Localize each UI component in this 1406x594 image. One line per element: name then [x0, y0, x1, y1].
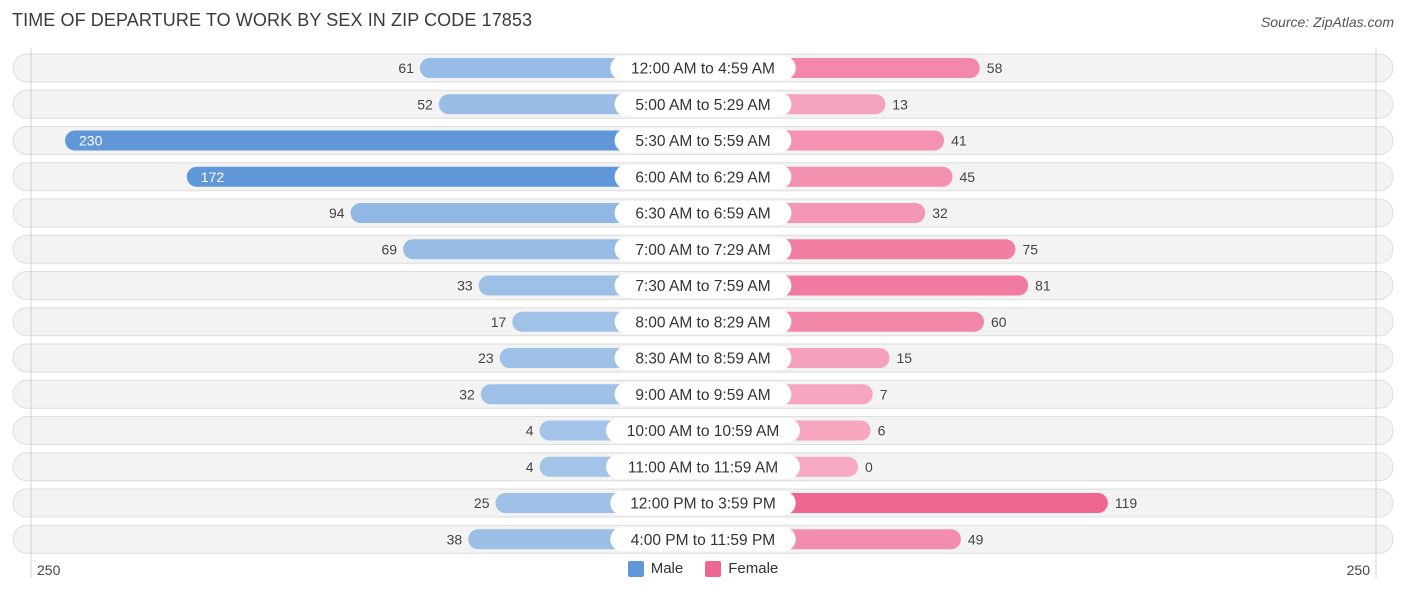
chart-canvas: 61 58 12:00 AM to 4:59 AM 52 13 5:00 AM to 5:…	[12, 48, 1394, 578]
value-label-male: 17	[491, 314, 507, 330]
value-label-female: 15	[897, 350, 913, 366]
category-label: 6:00 AM to 6:29 AM	[635, 169, 770, 186]
value-label-female: 49	[968, 531, 984, 547]
value-label-female: 0	[865, 459, 873, 475]
value-label-female: 41	[951, 133, 967, 149]
category-label: 12:00 AM to 4:59 AM	[631, 61, 775, 78]
chart-row: 172 45 6:00 AM to 6:29 AM	[12, 162, 1394, 192]
value-label-male: 172	[201, 169, 225, 185]
value-label-female: 45	[960, 169, 976, 185]
chart-row: 33 81 7:30 AM to 7:59 AM	[12, 271, 1394, 300]
value-label-male: 32	[459, 386, 475, 402]
legend-item-female[interactable]: Female	[705, 560, 778, 577]
value-label-male: 4	[526, 423, 534, 439]
chart-row: 4 0 11:00 AM to 11:59 AM	[12, 452, 1394, 482]
value-label-male: 52	[417, 96, 433, 112]
legend-label-female: Female	[728, 560, 779, 577]
legend-label-male: Male	[650, 560, 684, 577]
chart-row: 61 58 12:00 AM to 4:59 AM	[12, 53, 1394, 83]
chart-row: 17 60 8:00 AM to 8:29 AM	[12, 307, 1394, 337]
chart-row: 38 49 4:00 PM to 11:59 PM	[12, 524, 1394, 554]
value-label-female: 6	[878, 423, 886, 439]
category-label: 10:00 AM to 10:59 AM	[627, 423, 780, 440]
legend-swatch-male	[627, 560, 644, 577]
value-label-male: 61	[398, 60, 414, 76]
category-label: 8:30 AM to 8:59 AM	[635, 351, 770, 368]
value-label-female: 32	[932, 205, 948, 221]
value-label-male: 4	[526, 459, 534, 475]
rows-layer: 61 58 12:00 AM to 4:59 AM 52 13 5:00 AM to 5:…	[12, 53, 1394, 554]
category-label: 4:00 PM to 11:59 PM	[631, 532, 775, 549]
category-label: 7:30 AM to 7:59 AM	[635, 278, 770, 295]
legend-swatch-female	[705, 560, 722, 577]
chart-row: 230 41 5:30 AM to 5:59 AM	[12, 126, 1394, 155]
category-label: 9:00 AM to 9:59 AM	[635, 387, 770, 404]
category-label: 8:00 AM to 8:29 AM	[635, 314, 770, 331]
legend: Male Female	[0, 560, 1406, 577]
chart-row: 52 13 5:00 AM to 5:29 AM	[12, 89, 1394, 119]
category-label: 6:30 AM to 6:59 AM	[635, 206, 770, 223]
category-label: 11:00 AM to 11:59 AM	[628, 459, 778, 476]
chart-row: 25 119 12:00 PM to 3:59 PM	[12, 488, 1394, 518]
value-label-male: 23	[478, 350, 494, 366]
chart-row: 4 6 10:00 AM to 10:59 AM	[12, 416, 1394, 445]
value-label-male: 38	[447, 531, 463, 547]
value-label-female: 13	[892, 96, 908, 112]
chart-row: 32 7 9:00 AM to 9:59 AM	[12, 379, 1394, 409]
value-label-male: 230	[79, 133, 103, 149]
category-label: 7:00 AM to 7:29 AM	[635, 242, 770, 259]
value-label-female: 119	[1115, 495, 1138, 511]
value-label-male: 69	[382, 241, 398, 257]
category-label: 5:00 AM to 5:29 AM	[635, 97, 770, 114]
category-label: 12:00 PM to 3:59 PM	[630, 496, 776, 513]
value-label-male: 94	[329, 205, 345, 221]
legend-item-male[interactable]: Male	[627, 560, 684, 577]
value-label-female: 58	[987, 60, 1003, 76]
value-label-female: 75	[1023, 241, 1039, 257]
chart-row: 23 15 8:30 AM to 8:59 AM	[12, 343, 1394, 373]
value-label-female: 81	[1035, 278, 1051, 294]
value-label-female: 7	[880, 386, 888, 402]
chart-row: 94 32 6:30 AM to 6:59 AM	[12, 198, 1394, 228]
bar-male[interactable]	[65, 130, 703, 151]
value-label-female: 60	[991, 314, 1007, 330]
value-label-male: 33	[457, 278, 473, 294]
value-label-male: 25	[474, 495, 490, 511]
category-label: 5:30 AM to 5:59 AM	[635, 133, 770, 150]
chart-row: 69 75 7:00 AM to 7:29 AM	[12, 234, 1394, 264]
